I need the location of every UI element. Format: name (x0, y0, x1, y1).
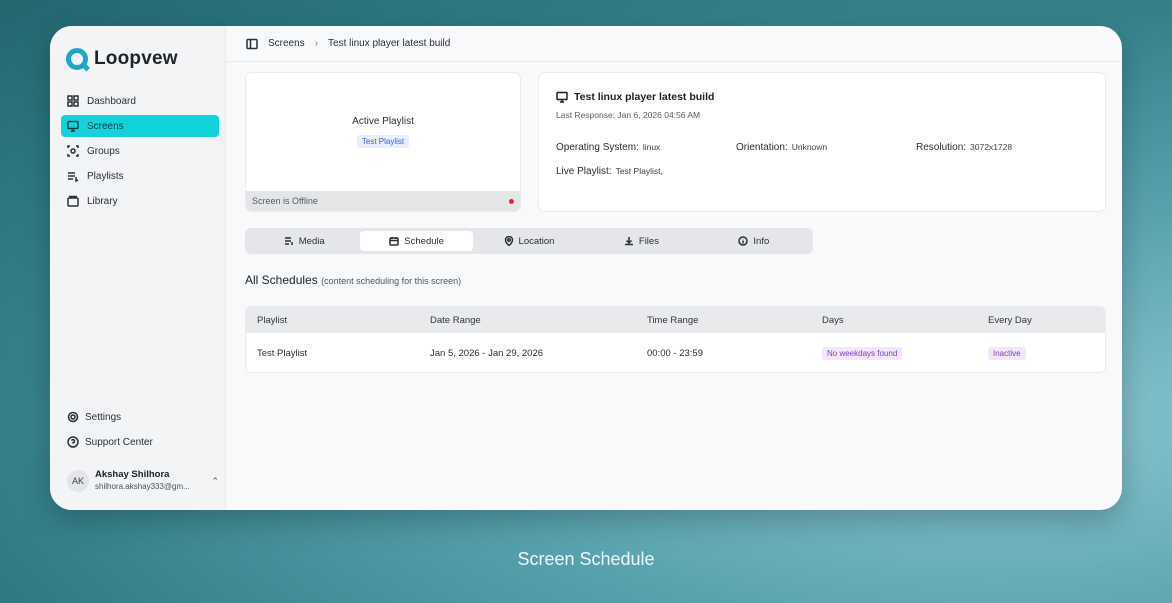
last-response: Last Response: Jan 6, 2026 04:56 AM (556, 110, 701, 120)
playlist-icon (67, 170, 79, 182)
table-row[interactable]: Test Playlist Jan 5, 2026 - Jan 29, 2026… (246, 333, 1105, 372)
tab-location[interactable]: Location (473, 231, 585, 251)
screen-status-text: Screen is Offline (252, 196, 318, 206)
support-center-link[interactable]: Support Center (61, 431, 219, 453)
schedules-table: Playlist Date Range Time Range Days Ever… (245, 306, 1106, 373)
screen-preview: Active Playlist Test Playlist Screen is … (245, 72, 521, 212)
sidebar-item-groups[interactable]: Groups (61, 140, 219, 162)
breadcrumb-screens[interactable]: Screens (268, 38, 305, 49)
tab-label: Schedule (404, 235, 444, 247)
tab-label: Media (298, 235, 325, 247)
cell-every-day: Inactive (977, 346, 1105, 360)
active-playlist-badge[interactable]: Test Playlist (356, 135, 410, 148)
tab-label: Info (753, 235, 770, 247)
cell-playlist: Test Playlist (257, 347, 308, 359)
column-header-every-day: Every Day (988, 314, 1032, 326)
column-header-date-range: Date Range (430, 314, 481, 326)
caption: Screen Schedule (517, 549, 655, 569)
loopvew-logo-icon (66, 48, 88, 70)
sidebar-item-label: Playlists (87, 170, 124, 182)
chevron-up-down-icon[interactable]: ⌃ (211, 476, 219, 487)
calendar-icon (389, 237, 400, 246)
user-info: Akshay Shilhora shilhora.akshay333@gm... (95, 469, 205, 493)
chevron-right-icon: › (314, 38, 319, 49)
live-playlist-value: Test Playlist, (615, 166, 663, 176)
sidebar-item-dashboard[interactable]: Dashboard (61, 90, 219, 112)
help-icon (67, 436, 79, 448)
screen-name: Test linux player latest build (574, 91, 715, 103)
dashboard-icon (67, 95, 79, 107)
info-icon (738, 236, 749, 246)
days-badge: No weekdays found (822, 346, 903, 360)
breadcrumb: Screens › Test linux player latest build (226, 26, 1122, 62)
brand-name: Loopvew (94, 48, 178, 69)
main-content: Screens › Test linux player latest build… (226, 26, 1122, 510)
tab-info[interactable]: Info (698, 231, 810, 251)
sidebar-item-library[interactable]: Library (61, 190, 219, 212)
library-icon (67, 195, 79, 207)
brand[interactable]: Loopvew (66, 44, 219, 74)
every-day-badge: Inactive (988, 346, 1026, 360)
screen-info-card: Test linux player latest build Last Resp… (538, 72, 1106, 212)
screen-details: Operating System: linux Orientation: Unkno… (556, 142, 1088, 177)
active-playlist-title: Active Playlist (352, 116, 414, 127)
os-field: Operating System: linux (556, 142, 736, 153)
resolution-value: 3072x1728 (970, 142, 1013, 152)
resolution-field: Resolution: 3072x1728 (916, 142, 1096, 153)
screen-tabs: Media Schedule Location Files Info (245, 228, 813, 254)
cell-time-range: 00:00 - 23:59 (647, 347, 703, 359)
media-icon (284, 237, 293, 245)
screen-title: Test linux player latest build (556, 91, 1088, 103)
groups-icon (67, 145, 79, 157)
user-email: shilhora.akshay333@gm... (95, 482, 190, 491)
schedules-note: (content scheduling for this screen) (321, 276, 462, 286)
settings-label: Settings (85, 411, 122, 423)
cell-date-range: Jan 5, 2026 - Jan 29, 2026 (430, 347, 544, 359)
support-center-label: Support Center (85, 436, 153, 448)
table-header: Playlist Date Range Time Range Days Ever… (246, 307, 1105, 333)
user-menu[interactable]: AK Akshay Shilhora shilhora.akshay333@gm… (61, 469, 219, 493)
resolution-label: Resolution: (916, 142, 967, 153)
sidebar-toggle-icon[interactable] (246, 38, 258, 50)
schedules-title: All Schedules (245, 273, 318, 287)
os-value: linux (642, 142, 661, 152)
orientation-value: Unknown (791, 142, 828, 152)
tab-label: Location (518, 235, 555, 247)
monitor-icon (67, 120, 79, 132)
sidebar-nav: Dashboard Screens Groups Playlists Libra… (61, 90, 219, 212)
sidebar-item-label: Dashboard (87, 95, 136, 107)
sidebar-bottom: Settings Support Center AK Akshay Shilho… (61, 406, 219, 493)
gear-icon (67, 411, 79, 423)
os-label: Operating System: (556, 142, 639, 153)
column-header-days: Days (822, 314, 844, 326)
screen-status-bar: Screen is Offline (246, 191, 520, 211)
breadcrumb-current: Test linux player latest build (328, 38, 451, 49)
sidebar-item-label: Library (87, 195, 118, 207)
column-header-time-range: Time Range (647, 314, 699, 326)
user-name: Akshay Shilhora (95, 469, 170, 480)
sidebar-item-label: Screens (87, 120, 124, 132)
tab-schedule[interactable]: Schedule (360, 231, 473, 251)
sidebar: Loopvew Dashboard Screens Groups Playlis… (50, 26, 226, 510)
app-window: Loopvew Dashboard Screens Groups Playlis… (50, 26, 1122, 510)
tab-files[interactable]: Files (585, 231, 697, 251)
live-playlist-label: Live Playlist: (556, 166, 612, 177)
tab-label: Files (638, 235, 659, 247)
tab-media[interactable]: Media (248, 231, 360, 251)
sidebar-item-screens[interactable]: Screens (61, 115, 219, 137)
monitor-icon (556, 91, 568, 103)
cell-days: No weekdays found (811, 346, 977, 360)
orientation-field: Orientation: Unknown (736, 142, 916, 153)
avatar: AK (67, 470, 89, 492)
offline-status-dot (509, 198, 514, 204)
sidebar-item-playlists[interactable]: Playlists (61, 165, 219, 187)
location-pin-icon (504, 236, 513, 246)
live-playlist-field: Live Playlist: Test Playlist, (556, 166, 736, 177)
orientation-label: Orientation: (736, 142, 788, 153)
column-header-playlist: Playlist (257, 314, 288, 326)
sidebar-item-label: Groups (87, 145, 120, 157)
settings-link[interactable]: Settings (61, 406, 219, 428)
schedules-heading: All Schedules (content scheduling for th… (245, 273, 461, 287)
download-icon (624, 237, 633, 246)
